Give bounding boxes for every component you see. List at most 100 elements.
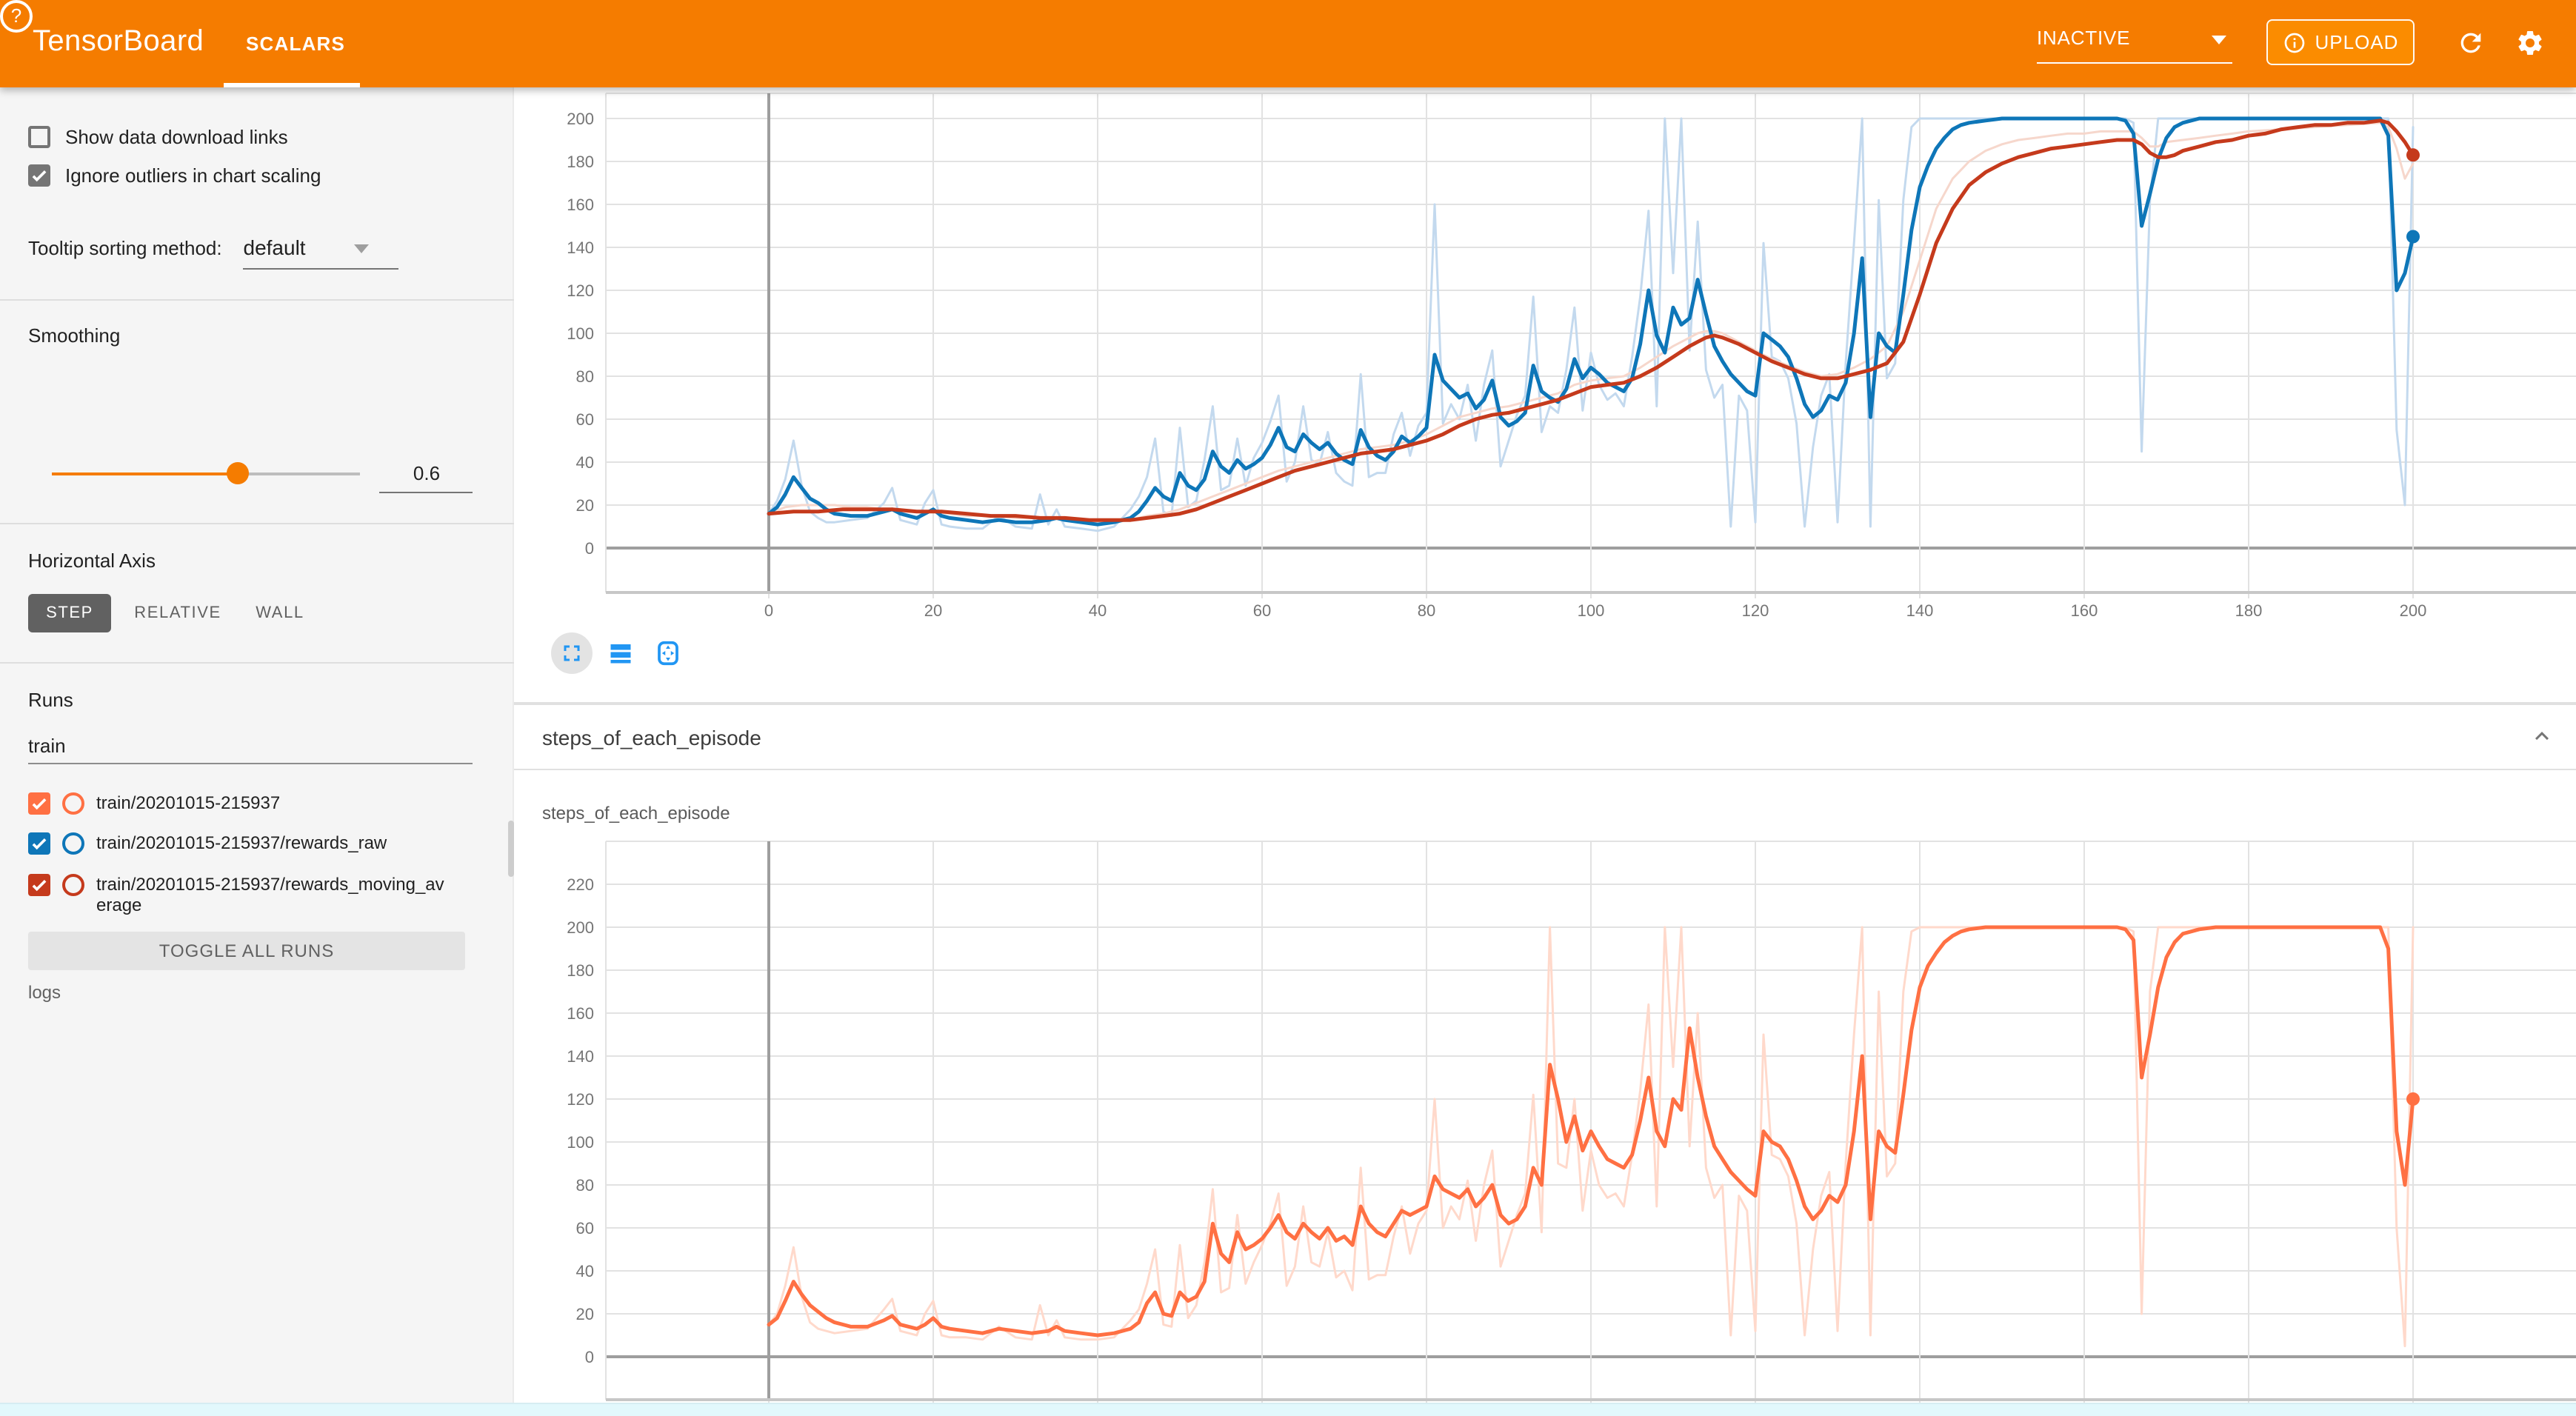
run-checkbox[interactable] (28, 792, 50, 815)
x-tick-label: 0 (764, 601, 773, 620)
y-tick-label: 100 (567, 324, 594, 343)
horizontal-axis-label: Horizontal Axis (28, 550, 156, 572)
app-header: TensorBoard SCALARS INACTIVE UPLOAD ? (0, 0, 2576, 87)
smoothing-value-field (379, 461, 473, 487)
scalar-chart-steps[interactable]: 020406080100120140160180200220 (514, 770, 2576, 1403)
run-checkbox[interactable] (28, 832, 50, 855)
run-row-2[interactable]: train/20201015-215937/rewards_moving_ave… (28, 874, 449, 915)
chart-toolbar (514, 632, 721, 674)
y-tick-label: 180 (567, 961, 594, 980)
ignore-outliers-row[interactable]: Ignore outliers in chart scaling (28, 164, 321, 187)
run-row-0[interactable]: train/20201015-215937 (28, 792, 280, 815)
chevron-up-icon[interactable] (2529, 723, 2555, 749)
check-icon (30, 875, 49, 895)
y-tick-label: 200 (567, 918, 594, 937)
series-end-dot (2406, 148, 2420, 161)
y-tick-label: 80 (576, 367, 594, 386)
scalar-chart-rewards[interactable]: 0204060801001201401601802000204060801001… (514, 87, 2576, 628)
y-tick-label: 220 (567, 875, 594, 894)
expand-chart-icon[interactable] (558, 640, 585, 667)
smoothing-slider[interactable] (52, 472, 360, 475)
x-tick-label: 180 (2235, 601, 2263, 620)
y-tick-label: 60 (576, 1219, 594, 1238)
x-tick-label: 100 (1578, 601, 1605, 620)
x-tick-label: 160 (2071, 601, 2098, 620)
run-radio[interactable] (62, 832, 84, 855)
slider-thumb[interactable] (227, 462, 249, 484)
x-tick-label: 120 (1742, 601, 1769, 620)
y-tick-label: 180 (567, 153, 594, 171)
app-title: TensorBoard (33, 25, 204, 59)
run-label: train/20201015-215937/rewards_raw (96, 832, 387, 853)
x-tick-label: 80 (1418, 601, 1435, 620)
show-download-links-label: Show data download links (65, 126, 288, 148)
section-title: steps_of_each_episode (542, 726, 761, 749)
info-icon (2283, 30, 2306, 54)
smoothing-label: Smoothing (28, 324, 120, 347)
chevron-down-icon (354, 244, 369, 253)
upload-label: UPLOAD (2315, 31, 2399, 53)
help-icon[interactable]: ? (0, 0, 33, 33)
run-label: train/20201015-215937/rewards_moving_ave… (96, 874, 449, 915)
refresh-icon[interactable] (2456, 28, 2486, 58)
tooltip-sorting-row: Tooltip sorting method: default (28, 236, 369, 262)
check-icon (30, 834, 49, 853)
toggle-all-runs-button[interactable]: TOGGLE ALL RUNS (28, 932, 465, 970)
ignore-outliers-label: Ignore outliers in chart scaling (65, 164, 321, 187)
check-icon (30, 166, 49, 185)
divider (0, 523, 514, 524)
tooltip-sorting-label: Tooltip sorting method: (28, 237, 222, 259)
x-tick-label: 200 (2400, 601, 2427, 620)
x-tick-label: 20 (924, 601, 942, 620)
fit-domain-icon[interactable] (655, 640, 681, 667)
run-row-1[interactable]: train/20201015-215937/rewards_raw (28, 832, 387, 855)
y-tick-label: 80 (576, 1176, 594, 1195)
y-tick-label: 140 (567, 1047, 594, 1066)
runs-filter-field (28, 733, 473, 760)
axis-button-relative[interactable]: RELATIVE (130, 594, 225, 632)
upload-button[interactable]: UPLOAD (2266, 19, 2415, 65)
check-icon (30, 794, 49, 813)
y-tick-label: 100 (567, 1133, 594, 1152)
show-download-links-row[interactable]: Show data download links (28, 126, 288, 148)
log-scale-icon[interactable] (607, 640, 634, 667)
runs-filter-input[interactable] (28, 735, 473, 757)
y-tick-label: 120 (567, 281, 594, 300)
data-status-select[interactable]: INACTIVE (2037, 19, 2232, 64)
y-tick-label: 140 (567, 238, 594, 257)
y-tick-label: 120 (567, 1090, 594, 1109)
divider (0, 662, 514, 664)
ignore-outliers-checkbox[interactable] (28, 164, 50, 187)
run-radio[interactable] (62, 792, 84, 815)
x-tick-label: 60 (1253, 601, 1271, 620)
x-tick-label: 140 (1906, 601, 1934, 620)
run-label: train/20201015-215937 (96, 792, 280, 813)
tab-active-underline (224, 83, 360, 87)
y-tick-label: 40 (576, 1262, 594, 1280)
y-tick-label: 160 (567, 1004, 594, 1023)
divider (0, 299, 514, 301)
slider-fill (52, 472, 237, 475)
settings-sidebar: Show data download links Ignore outliers… (0, 87, 514, 1404)
axis-button-wall[interactable]: WALL (246, 594, 314, 632)
y-tick-label: 0 (585, 1348, 594, 1366)
series-end-dot (2406, 230, 2420, 244)
tooltip-sorting-select[interactable]: default (244, 236, 369, 262)
axis-button-step[interactable]: STEP (28, 594, 111, 632)
y-tick-label: 20 (576, 496, 594, 515)
sidebar-scrollbar[interactable] (508, 821, 514, 877)
show-download-links-checkbox[interactable] (28, 126, 50, 148)
smoothing-value-input[interactable] (379, 461, 474, 486)
series-end-dot (2406, 1092, 2420, 1106)
chevron-down-icon (2212, 36, 2226, 44)
gear-icon[interactable] (2515, 28, 2545, 58)
y-tick-label: 60 (576, 410, 594, 429)
y-tick-label: 40 (576, 453, 594, 472)
run-checkbox[interactable] (28, 874, 50, 896)
logs-label: logs (28, 982, 61, 1003)
tab-scalars[interactable]: SCALARS (246, 33, 345, 55)
x-tick-label: 40 (1089, 601, 1107, 620)
tensorboard-app: TensorBoard SCALARS INACTIVE UPLOAD ? Sh… (0, 0, 2576, 1416)
section-header[interactable]: steps_of_each_episode (514, 705, 2576, 769)
run-radio[interactable] (62, 874, 84, 896)
